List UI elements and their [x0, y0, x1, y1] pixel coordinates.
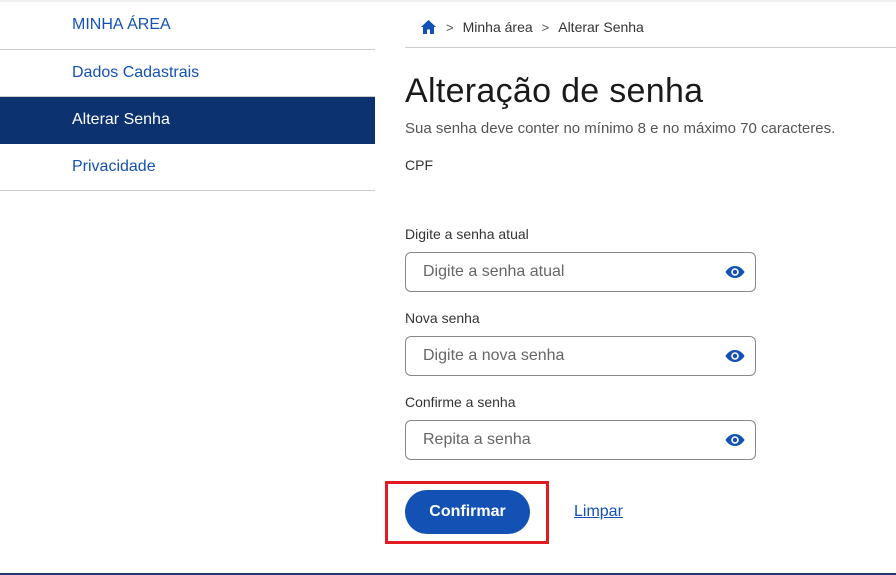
breadcrumb-separator: >: [446, 19, 454, 35]
current-password-label: Digite a senha atual: [405, 226, 529, 242]
confirm-button[interactable]: Confirmar: [405, 490, 530, 534]
eye-icon[interactable]: [725, 264, 745, 280]
sidebar: MINHA ÁREA Dados Cadastrais Alterar Senh…: [0, 0, 375, 191]
breadcrumb-item-current: Alterar Senha: [558, 19, 644, 35]
sidebar-item-privacidade[interactable]: Privacidade: [0, 144, 375, 191]
sidebar-heading: MINHA ÁREA: [0, 0, 375, 50]
breadcrumb-item-minha-area[interactable]: Minha área: [463, 19, 533, 35]
sidebar-item-alterar-senha[interactable]: Alterar Senha: [0, 97, 375, 144]
eye-icon[interactable]: [725, 432, 745, 448]
page-title: Alteração de senha: [405, 72, 704, 110]
page-subtitle: Sua senha deve conter no mínimo 8 e no m…: [405, 120, 836, 137]
current-password-input[interactable]: [406, 253, 706, 291]
clear-link[interactable]: Limpar: [574, 503, 623, 521]
breadcrumb-divider: [405, 47, 896, 48]
new-password-label: Nova senha: [405, 310, 480, 326]
confirm-password-input[interactable]: [406, 421, 706, 459]
current-password-field: [405, 252, 756, 292]
breadcrumb-separator: >: [541, 19, 550, 35]
home-icon[interactable]: [420, 19, 437, 35]
new-password-field: [405, 336, 756, 376]
confirm-password-field: [405, 420, 756, 460]
eye-icon[interactable]: [725, 348, 745, 364]
new-password-input[interactable]: [406, 337, 706, 375]
confirm-password-label: Confirme a senha: [405, 394, 516, 410]
sidebar-item-dados-cadastrais[interactable]: Dados Cadastrais: [0, 50, 375, 97]
breadcrumb: > Minha área > Alterar Senha: [420, 17, 644, 37]
cpf-label: CPF: [405, 157, 433, 173]
page: MINHA ÁREA Dados Cadastrais Alterar Senh…: [0, 0, 896, 575]
